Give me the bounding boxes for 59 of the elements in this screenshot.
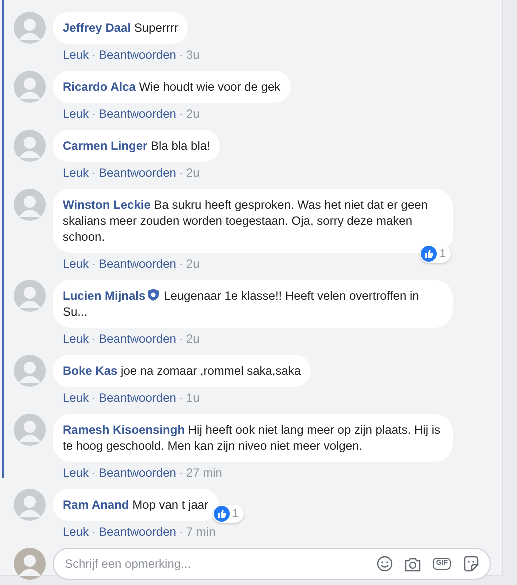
author-link[interactable]: Ricardo Alca <box>63 80 136 94</box>
action-link[interactable]: Leuk <box>63 331 90 347</box>
action-link[interactable]: Beantwoorden <box>99 524 176 540</box>
comment-text: Ricardo Alca Wie houdt wie voor de gek <box>63 79 281 95</box>
comment-text: Winston Leckie Ba sukru heeft gesproken. Was het niet dat er geen skalians meer zouden worden toegestaan. Oja, sorry deze maken schoon. <box>63 197 429 245</box>
action-link[interactable]: Beantwoorden <box>99 256 176 272</box>
comment-text: Ramesh Kisoensingh Hij heeft ook niet lang meer op zijn plaats. Hij is te hoog geschoold. Men kan zijn niveo niet meer volgen. <box>63 422 442 454</box>
separator-dot: · <box>178 465 184 481</box>
separator-dot: · <box>178 390 184 406</box>
author-link[interactable]: Ramesh Kisoensingh <box>63 423 186 437</box>
author-link[interactable]: Carmen Linger <box>63 139 148 153</box>
action-link[interactable]: Leuk <box>63 465 90 481</box>
action-link[interactable]: Leuk <box>63 47 90 63</box>
separator-dot: · <box>178 47 184 63</box>
emoji-icon[interactable] <box>377 556 394 572</box>
author-link[interactable]: Boke Kas <box>63 364 118 378</box>
avatar-icon[interactable] <box>14 12 46 44</box>
action-link[interactable]: Beantwoorden <box>99 165 176 181</box>
separator-dot: · <box>91 47 98 63</box>
avatar-icon[interactable] <box>14 189 46 221</box>
author-link[interactable]: Ram Anand <box>63 498 130 512</box>
comment-text: Ram Anand Mop van t jaar <box>63 497 209 513</box>
action-link[interactable]: Leuk <box>63 256 90 272</box>
comment-text: Carmen Linger Bla bla bla! <box>63 138 210 154</box>
author-link[interactable]: Jeffrey Daal <box>63 21 132 35</box>
separator-dot: · <box>178 331 184 347</box>
avatar-icon[interactable] <box>14 414 46 446</box>
action-link[interactable]: Beantwoorden <box>99 331 176 347</box>
avatar-icon[interactable] <box>14 355 46 387</box>
separator-dot: · <box>178 165 184 181</box>
avatar-icon[interactable] <box>14 130 46 162</box>
separator-dot: · <box>91 331 98 347</box>
separator-dot: · <box>91 256 98 272</box>
separator-dot: · <box>91 524 98 540</box>
author-link[interactable]: Winston Leckie <box>63 198 151 212</box>
separator-dot: · <box>91 165 98 181</box>
separator-dot: · <box>178 256 184 272</box>
separator-dot: · <box>91 390 98 406</box>
action-link[interactable]: Leuk <box>63 106 90 122</box>
action-link[interactable]: Leuk <box>63 390 90 406</box>
author-link[interactable]: Lucien Mijnals <box>63 289 146 303</box>
action-link[interactable]: Beantwoorden <box>99 465 176 481</box>
action-link[interactable]: Beantwoorden <box>99 106 176 122</box>
comment-text: Lucien Mijnals Leugenaar 1e klasse!! Heeft velen overtroffen in Su... <box>63 288 420 320</box>
action-link[interactable]: Beantwoorden <box>99 47 176 63</box>
action-link[interactable]: Leuk <box>63 165 90 181</box>
action-link[interactable]: Leuk <box>63 524 90 540</box>
action-link[interactable]: Beantwoorden <box>99 390 176 406</box>
separator-dot: · <box>91 465 98 481</box>
separator-dot: · <box>178 524 184 540</box>
camera-icon[interactable] <box>405 556 422 572</box>
separator-dot: · <box>178 106 184 122</box>
avatar-icon[interactable] <box>14 71 46 103</box>
avatar-icon[interactable] <box>14 489 46 521</box>
comment-text: Jeffrey Daal Superrrr <box>63 20 178 36</box>
sticker-icon[interactable] <box>463 556 479 572</box>
separator-dot: · <box>91 106 98 122</box>
comment-text: Boke Kas joe na zomaar ,rommel saka,saka <box>63 363 302 379</box>
avatar-icon[interactable] <box>14 280 46 312</box>
